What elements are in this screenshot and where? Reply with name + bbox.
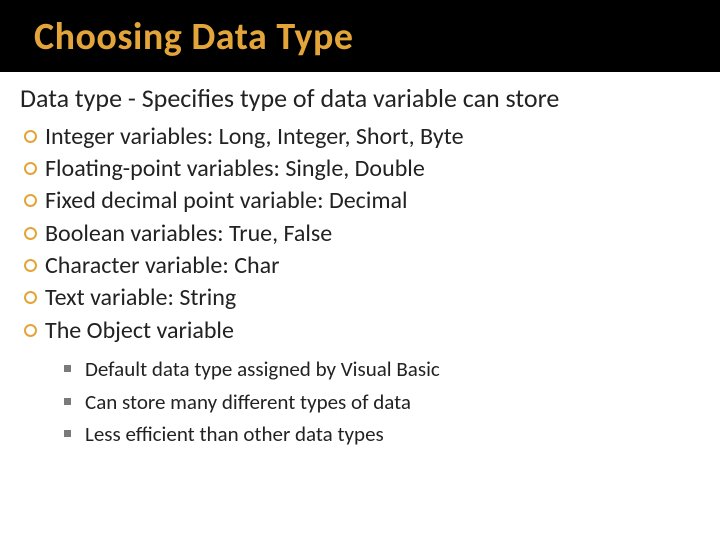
circle-bullet-icon (24, 227, 37, 240)
bullet-text: The Object variable (45, 315, 234, 347)
list-item: Character variable: Char (24, 250, 700, 282)
lead-text: Data type - Specifies type of data varia… (20, 82, 700, 115)
circle-bullet-icon (24, 324, 37, 337)
list-item: The Object variable (24, 315, 700, 347)
bullet-text: Character variable: Char (45, 250, 279, 282)
slide-content: Data type - Specifies type of data varia… (0, 72, 720, 451)
bullet-text: Boolean variables: True, False (45, 218, 332, 250)
bullet-list: Integer variables: Long, Integer, Short,… (20, 121, 700, 348)
list-item: Default data type assigned by Visual Bas… (64, 353, 700, 386)
list-item: Text variable: String (24, 282, 700, 314)
circle-bullet-icon (24, 259, 37, 272)
circle-bullet-icon (24, 291, 37, 304)
sub-bullet-text: Default data type assigned by Visual Bas… (85, 353, 440, 386)
square-bullet-icon (64, 398, 71, 405)
list-item: Floating-point variables: Single, Double (24, 153, 700, 185)
bullet-text: Integer variables: Long, Integer, Short,… (45, 121, 464, 153)
sub-bullet-list: Default data type assigned by Visual Bas… (20, 353, 700, 451)
list-item: Boolean variables: True, False (24, 218, 700, 250)
circle-bullet-icon (24, 130, 37, 143)
circle-bullet-icon (24, 162, 37, 175)
sub-bullet-text: Can store many different types of data (85, 386, 411, 419)
square-bullet-icon (64, 430, 71, 437)
bullet-text: Text variable: String (45, 282, 236, 314)
bullet-text: Fixed decimal point variable: Decimal (45, 185, 408, 217)
sub-bullet-text: Less efficient than other data types (85, 418, 384, 451)
bullet-text: Floating-point variables: Single, Double (45, 153, 425, 185)
list-item: Integer variables: Long, Integer, Short,… (24, 121, 700, 153)
circle-bullet-icon (24, 194, 37, 207)
slide-title: Choosing Data Type (34, 14, 720, 60)
list-item: Can store many different types of data (64, 386, 700, 419)
title-band: Choosing Data Type (0, 0, 720, 72)
list-item: Less efficient than other data types (64, 418, 700, 451)
square-bullet-icon (64, 365, 71, 372)
list-item: Fixed decimal point variable: Decimal (24, 185, 700, 217)
